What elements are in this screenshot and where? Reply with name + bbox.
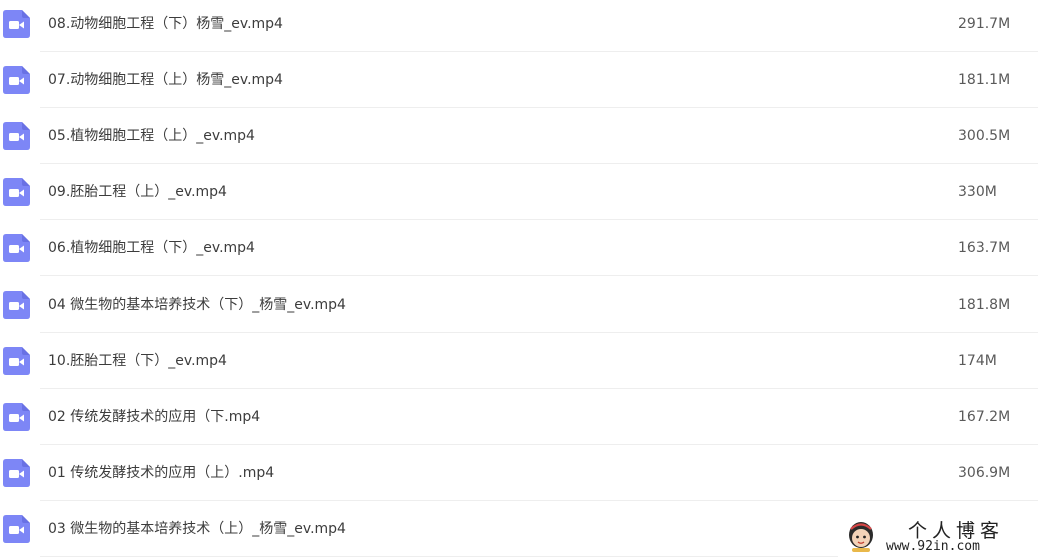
file-row[interactable]: 07.动物细胞工程（上）杨雪_ev.mp4 181.1M xyxy=(0,52,1038,108)
file-row[interactable]: 06.植物细胞工程（下）_ev.mp4 163.7M xyxy=(0,220,1038,276)
watermark-url: www.92in.com xyxy=(886,539,980,554)
file-size: 181.1M xyxy=(958,72,1011,88)
file-size: 300.5M xyxy=(958,128,1011,144)
file-name: 01 传统发酵技术的应用（上）.mp4 xyxy=(48,465,275,481)
file-size: 167.2M xyxy=(958,409,1011,425)
file-size: 181.8M xyxy=(958,297,1011,313)
file-name: 03 微生物的基本培养技术（上）_杨雪_ev.mp4 xyxy=(48,521,346,537)
file-name: 05.植物细胞工程（上）_ev.mp4 xyxy=(48,128,255,144)
file-name: 06.植物细胞工程（下）_ev.mp4 xyxy=(48,240,255,256)
file-list: 08.动物细胞工程（下）杨雪_ev.mp4 291.7M 07.动物细胞工程（上）杨… xyxy=(0,0,1038,558)
file-size: 330M xyxy=(958,184,997,200)
file-size: 306.9M xyxy=(958,465,1011,481)
file-row[interactable]: 02 传统发酵技术的应用（下.mp4 167.2M xyxy=(0,389,1038,445)
file-size: 163.7M xyxy=(958,240,1011,256)
file-size: 174M xyxy=(958,353,997,369)
video-file-icon xyxy=(3,66,30,94)
file-name: 08.动物细胞工程（下）杨雪_ev.mp4 xyxy=(48,16,283,32)
video-file-icon xyxy=(3,234,30,262)
video-file-icon xyxy=(3,10,30,38)
video-file-icon xyxy=(3,347,30,375)
file-row[interactable]: 01 传统发酵技术的应用（上）.mp4 306.9M xyxy=(0,445,1038,501)
file-row[interactable]: 09.胚胎工程（上）_ev.mp4 330M xyxy=(0,164,1038,220)
file-name: 07.动物细胞工程（上）杨雪_ev.mp4 xyxy=(48,72,283,88)
video-file-icon xyxy=(3,515,30,543)
video-file-icon xyxy=(3,291,30,319)
file-row[interactable]: 05.植物细胞工程（上）_ev.mp4 300.5M xyxy=(0,108,1038,164)
file-name: 10.胚胎工程（下）_ev.mp4 xyxy=(48,353,227,369)
video-file-icon xyxy=(3,178,30,206)
file-row[interactable]: 04 微生物的基本培养技术（下）_杨雪_ev.mp4 181.8M xyxy=(0,277,1038,333)
watermark: 个人博客 www.92in.com xyxy=(838,512,1038,558)
video-file-icon xyxy=(3,403,30,431)
file-name: 09.胚胎工程（上）_ev.mp4 xyxy=(48,184,227,200)
file-row[interactable]: 10.胚胎工程（下）_ev.mp4 174M xyxy=(0,333,1038,389)
video-file-icon xyxy=(3,459,30,487)
file-row[interactable]: 08.动物细胞工程（下）杨雪_ev.mp4 291.7M xyxy=(0,0,1038,52)
file-name: 04 微生物的基本培养技术（下）_杨雪_ev.mp4 xyxy=(48,297,346,313)
row-divider xyxy=(40,275,1038,276)
mascot-logo xyxy=(849,522,873,552)
file-name: 02 传统发酵技术的应用（下.mp4 xyxy=(48,409,261,425)
file-size: 291.7M xyxy=(958,16,1011,32)
video-file-icon xyxy=(3,122,30,150)
